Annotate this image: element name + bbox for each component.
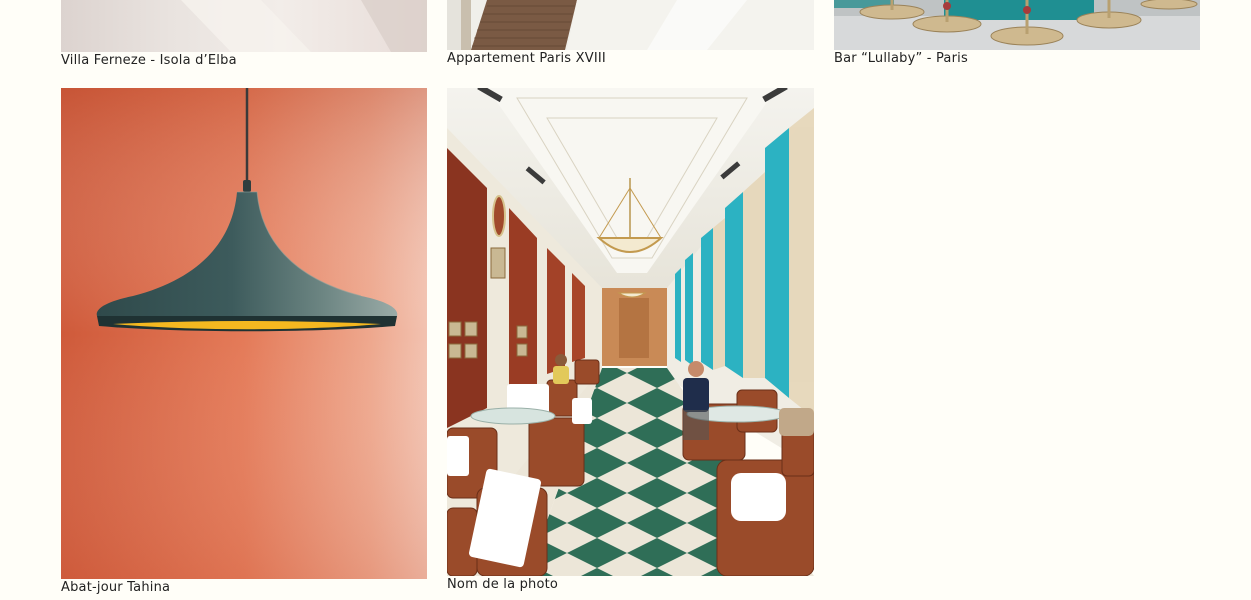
photo-abat-jour-tahina[interactable]: [61, 88, 427, 579]
gallery-caption: Bar “Lullaby” - Paris: [834, 51, 968, 66]
photo-bar-lullaby[interactable]: [834, 0, 1200, 50]
photo-gallery: Villa Ferneze - Isola d’Elba Appartement…: [0, 0, 1251, 600]
photo-appartement-paris[interactable]: [447, 0, 814, 50]
photo-villa-ferneze[interactable]: [61, 0, 427, 52]
gallery-caption: Villa Ferneze - Isola d’Elba: [61, 53, 237, 68]
gallery-caption: Appartement Paris XVIII: [447, 51, 606, 66]
photo-restaurant-interior[interactable]: [447, 88, 814, 576]
gallery-caption: Nom de la photo: [447, 577, 559, 592]
gallery-caption: Abat-jour Tahina: [61, 580, 171, 595]
